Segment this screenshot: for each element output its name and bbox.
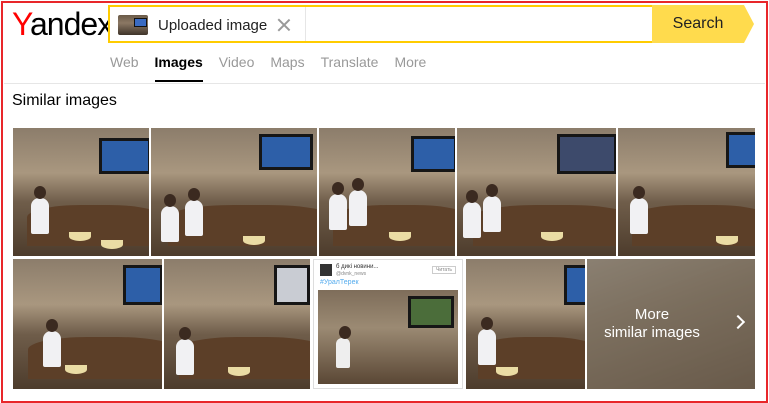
tab-maps[interactable]: Maps [270, 52, 304, 82]
tab-web[interactable]: Web [110, 52, 139, 82]
tweet-hashtag: #УралТерек [320, 279, 359, 286]
more-similar-images-label: More similar images [604, 306, 700, 341]
uploaded-image-label: Uploaded image [158, 16, 268, 34]
search-input[interactable]: Uploaded image [108, 5, 654, 43]
search-bar: Uploaded image Search [108, 5, 754, 43]
similar-image-1[interactable] [13, 128, 149, 256]
tweet-follow-button: Читать [432, 266, 456, 274]
tabs-divider [4, 83, 765, 84]
similar-image-2[interactable] [151, 128, 317, 256]
similar-image-8-tweet[interactable]: б дикі новини... @dvnk_news Читать #Урал… [313, 259, 463, 389]
tab-video[interactable]: Video [219, 52, 255, 82]
search-button-arrow [744, 5, 754, 43]
tab-images[interactable]: Images [154, 52, 204, 82]
service-tabs: Web Images Video Maps Translate More [110, 52, 442, 84]
similar-image-7[interactable] [164, 259, 310, 389]
similar-image-9[interactable] [466, 259, 585, 389]
tab-more[interactable]: More [394, 52, 426, 82]
tab-translate[interactable]: Translate [321, 52, 379, 82]
close-icon[interactable] [277, 18, 291, 32]
tweet-account-name: б дикі новини... [336, 264, 379, 270]
search-button[interactable]: Search [652, 5, 744, 43]
avatar [320, 264, 332, 276]
more-similar-images-button[interactable]: More similar images [587, 259, 755, 389]
similar-image-5[interactable] [618, 128, 755, 256]
tweet-photo [318, 290, 458, 384]
similar-image-3[interactable] [319, 128, 455, 256]
similar-image-6[interactable] [13, 259, 162, 389]
uploaded-image-thumbnail [118, 15, 148, 35]
chip-separator [305, 7, 306, 41]
similar-image-4[interactable] [457, 128, 616, 256]
section-title: Similar images [12, 92, 117, 109]
chevron-right-icon [730, 314, 746, 330]
logo-first-letter: Y [12, 6, 31, 42]
yandex-logo[interactable]: Yandex [12, 4, 113, 44]
uploaded-image-chip[interactable]: Uploaded image [118, 13, 304, 37]
logo-rest: andex [29, 6, 113, 42]
tweet-account-handle: @dvnk_news [336, 271, 367, 277]
